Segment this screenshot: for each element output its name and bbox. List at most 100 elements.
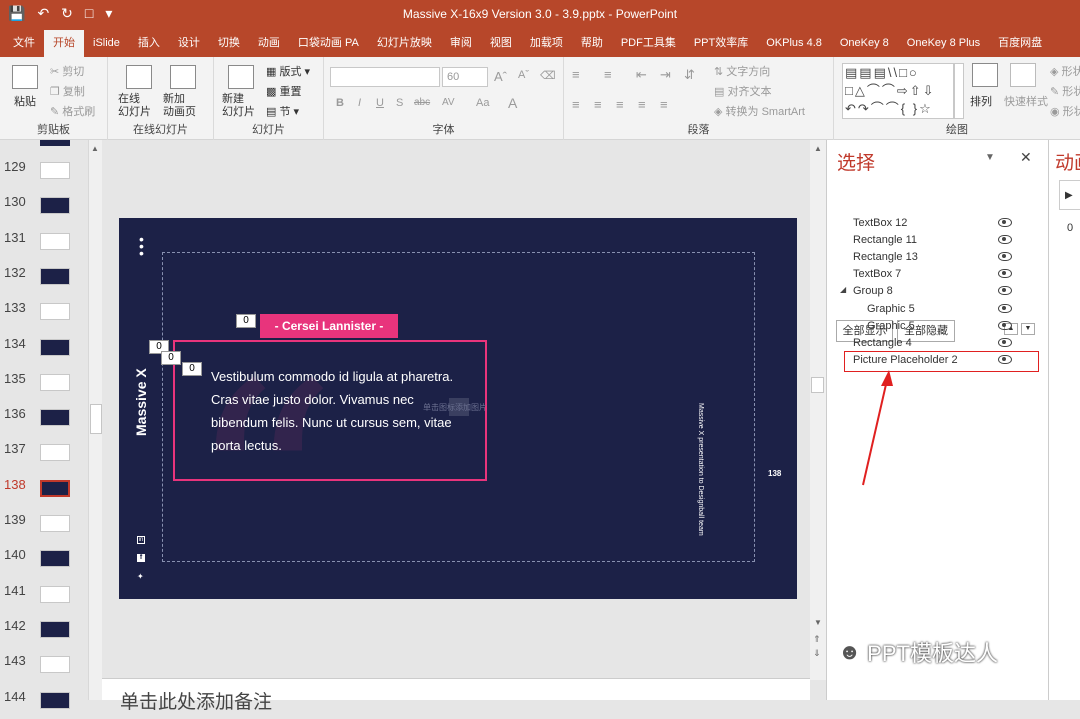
thumbnail-140[interactable]: 140 — [0, 547, 88, 577]
justify-icon[interactable]: ≡ — [638, 97, 646, 112]
next-slide-icon[interactable]: ⇓ — [813, 648, 821, 659]
thumbnail-136[interactable]: 136 — [0, 406, 88, 436]
scroll-up-icon[interactable]: ▲ — [91, 144, 99, 153]
shadow-button[interactable]: S — [396, 97, 403, 109]
tab-10[interactable]: 视图 — [481, 30, 521, 57]
thumbnail-133[interactable]: 133 — [0, 300, 88, 330]
thumbnail-142[interactable]: 142 — [0, 618, 88, 648]
layout-button[interactable]: ▦ 版式 ▾ — [266, 63, 310, 79]
thumbnail-144[interactable]: 144 — [0, 689, 88, 719]
line-spacing-icon[interactable]: ⇵ — [684, 67, 695, 83]
strikethrough-button[interactable]: abc — [414, 97, 430, 108]
play-icon[interactable]: ▶ — [1059, 180, 1080, 210]
thumbnail-135[interactable]: 135 — [0, 371, 88, 401]
thumbnail-image[interactable] — [40, 479, 70, 497]
tab-1[interactable]: 开始 — [44, 30, 84, 57]
thumbnail-image[interactable] — [40, 232, 70, 250]
italic-button[interactable]: I — [358, 97, 361, 109]
font-size-combobox[interactable]: 60 — [442, 67, 488, 87]
new-anim-page-icon[interactable] — [170, 65, 196, 89]
tab-5[interactable]: 切换 — [209, 30, 249, 57]
thumbnail-image[interactable] — [40, 409, 70, 427]
section-button[interactable]: ▤ 节 ▾ — [266, 103, 299, 119]
paste-button[interactable]: 粘贴 — [14, 93, 36, 109]
online-slides-button[interactable]: 在线 幻灯片 — [118, 93, 151, 119]
tab-12[interactable]: 帮助 — [572, 30, 612, 57]
tab-6[interactable]: 动画 — [249, 30, 289, 57]
tab-3[interactable]: 插入 — [129, 30, 169, 57]
tab-18[interactable]: 百度网盘 — [989, 30, 1051, 57]
char-spacing-button[interactable]: AV — [442, 97, 455, 108]
thumbnail-image[interactable] — [40, 444, 70, 462]
thumbnail-141[interactable]: 141 — [0, 583, 88, 613]
prev-slide-icon[interactable]: ⇑ — [813, 634, 821, 645]
tab-11[interactable]: 加载项 — [521, 30, 572, 57]
thumbnail-partial[interactable] — [40, 140, 70, 146]
change-case-button[interactable]: Aa — [476, 97, 489, 109]
shape-fill-button[interactable]: ◈ 形状 — [1050, 63, 1080, 79]
thumbnail-129[interactable]: 129 — [0, 159, 88, 189]
text-direction-button[interactable]: ⇅ 文字方向 — [714, 63, 770, 79]
shapes-gallery[interactable]: ▤▤▤\\□○ □△⌒⌒⇨⇧⇩ ↶↷⌒⌒{ }☆ — [842, 63, 954, 119]
thumbnail-image[interactable] — [40, 303, 70, 321]
bullets-icon[interactable]: ≡ — [572, 67, 580, 82]
paste-icon[interactable] — [12, 65, 38, 89]
cut-button[interactable]: ✂ 剪切 — [50, 63, 84, 79]
shape-outline-button[interactable]: ✎ 形状 — [1050, 83, 1080, 99]
slide-canvas[interactable]: “ • • • Massive X in f ✦ - Cersei Lanniste… — [119, 218, 797, 599]
editor-scroll-up-icon[interactable]: ▲ — [814, 144, 822, 153]
align-left-icon[interactable]: ≡ — [572, 97, 580, 112]
font-color-button[interactable]: A — [508, 95, 517, 111]
slide-page-number[interactable]: 138 — [768, 469, 781, 478]
name-tag[interactable]: - Cersei Lannister - — [260, 314, 398, 338]
tab-7[interactable]: 口袋动画 PA — [289, 30, 368, 57]
thumbnail-image[interactable] — [40, 338, 70, 356]
quick-styles-button[interactable]: 快速样式 — [1004, 93, 1048, 109]
font-name-combobox[interactable] — [330, 67, 440, 87]
thumbnail-image[interactable] — [40, 162, 70, 179]
shape-effects-button[interactable]: ◉ 形状 — [1050, 103, 1080, 119]
arrange-button[interactable]: 排列 — [970, 93, 992, 109]
thumbnail-image[interactable] — [40, 197, 70, 215]
tab-17[interactable]: OneKey 8 Plus — [898, 30, 989, 57]
new-anim-page-button[interactable]: 新加 动画页 — [163, 93, 196, 119]
new-slide-button[interactable]: 新建 幻灯片 — [222, 93, 255, 119]
thumbnail-143[interactable]: 143 — [0, 653, 88, 683]
tab-8[interactable]: 幻灯片放映 — [368, 30, 441, 57]
thumbnail-image[interactable] — [40, 550, 70, 568]
align-right-icon[interactable]: ≡ — [616, 97, 624, 112]
copy-button[interactable]: ❐ 复制 — [50, 83, 85, 99]
tab-14[interactable]: PPT效率库 — [685, 30, 757, 57]
thumbnail-image[interactable] — [40, 515, 70, 532]
thumbnail-image[interactable] — [40, 585, 70, 603]
editor-vertical-scrollbar[interactable]: ▲ ▼ ⇑ ⇓ — [810, 140, 826, 680]
tab-9[interactable]: 审阅 — [441, 30, 481, 57]
editor-scroll-down-icon[interactable]: ▼ — [814, 618, 822, 627]
thumbnail-image[interactable] — [40, 691, 70, 709]
thumbnail-134[interactable]: 134 — [0, 336, 88, 366]
decrease-font-icon[interactable]: Aˇ — [518, 69, 529, 81]
align-center-icon[interactable]: ≡ — [594, 97, 602, 112]
numbering-icon[interactable]: ≡ — [604, 67, 612, 82]
thumbnail-image[interactable] — [40, 620, 70, 638]
thumbnail-image[interactable] — [40, 656, 70, 674]
notes-pane[interactable]: 单击此处添加备注 — [102, 678, 810, 713]
reset-button[interactable]: ▩ 重置 — [266, 83, 301, 99]
thumbnail-139[interactable]: 139 — [0, 512, 88, 542]
distribute-icon[interactable]: ≡ — [660, 97, 668, 112]
underline-button[interactable]: U — [376, 97, 384, 109]
tab-15[interactable]: OKPlus 4.8 — [757, 30, 831, 57]
tab-0[interactable]: 文件 — [4, 30, 44, 57]
online-slides-icon[interactable] — [126, 65, 152, 89]
thumbnail-132[interactable]: 132 — [0, 265, 88, 295]
new-slide-icon[interactable] — [228, 65, 254, 89]
vertical-caption[interactable]: Massive X presentation to Designball tea… — [697, 403, 704, 563]
thumbnail-image[interactable] — [40, 267, 70, 285]
notes-placeholder[interactable]: 单击此处添加备注 — [120, 687, 272, 714]
indent-increase-icon[interactable]: ⇥ — [660, 67, 671, 83]
tab-16[interactable]: OneKey 8 — [831, 30, 898, 57]
format-painter-button[interactable]: ✎ 格式刷 — [50, 103, 95, 119]
indent-decrease-icon[interactable]: ⇤ — [636, 67, 647, 83]
editor-scroll-thumb[interactable] — [811, 377, 824, 393]
increase-font-icon[interactable]: Aˆ — [494, 69, 507, 84]
